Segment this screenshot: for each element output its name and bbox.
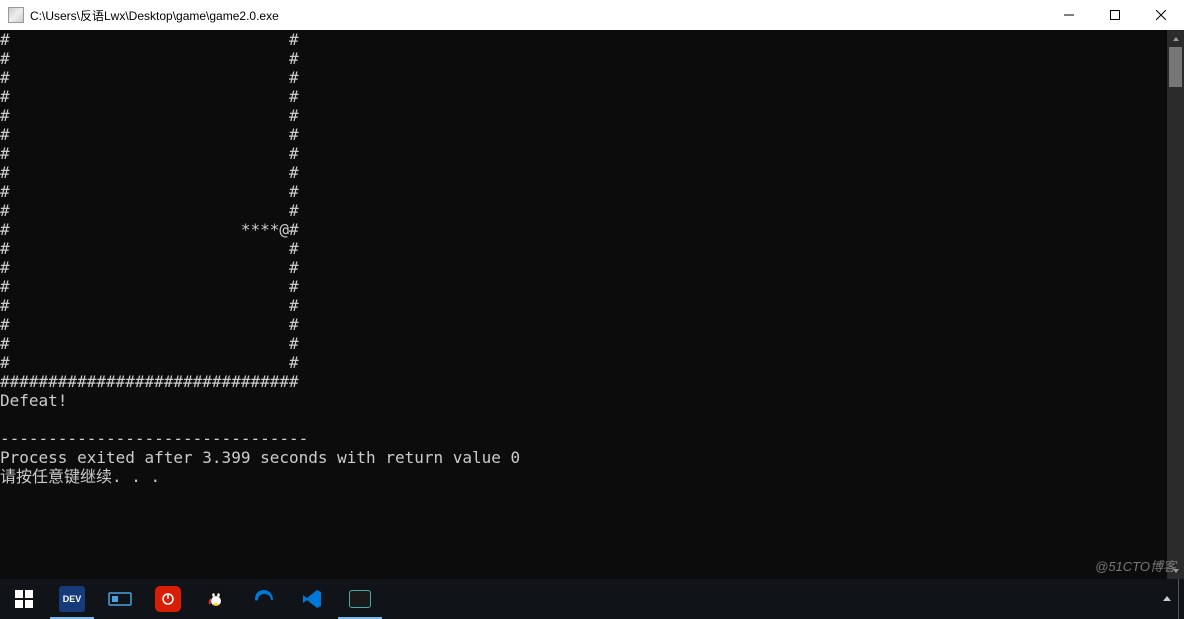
taskbar[interactable]: DEV (0, 579, 1184, 619)
start-button[interactable] (0, 579, 48, 619)
tray-overflow-button[interactable] (1162, 579, 1172, 619)
show-desktop-button[interactable] (1178, 579, 1184, 619)
vscode-icon (301, 588, 323, 610)
console-icon (349, 590, 371, 608)
scroll-up-button[interactable] (1167, 30, 1184, 47)
close-button[interactable] (1138, 0, 1184, 30)
qq-icon (204, 587, 228, 611)
window-controls (1046, 0, 1184, 30)
taskbar-item-edge[interactable] (240, 579, 288, 619)
taskbar-item-qq[interactable] (192, 579, 240, 619)
taskbar-item-netease[interactable] (144, 579, 192, 619)
taskbar-item-console[interactable] (336, 579, 384, 619)
minimize-button[interactable] (1046, 0, 1092, 30)
taskbar-item-vscode[interactable] (288, 579, 336, 619)
scroll-thumb[interactable] (1169, 47, 1182, 87)
console-window: C:\Users\反语Lwx\Desktop\game\game2.0.exe … (0, 0, 1184, 579)
netease-icon (155, 586, 181, 612)
task-view-icon (108, 590, 132, 608)
edge-icon (252, 587, 276, 611)
devcpp-icon: DEV (59, 586, 85, 612)
taskbar-item-taskview[interactable] (96, 579, 144, 619)
watermark: @51CTO博客 (1095, 556, 1176, 575)
console-output[interactable]: # # # # # # # # # # # # # (0, 30, 1167, 579)
vertical-scrollbar[interactable] (1167, 30, 1184, 579)
app-icon (8, 7, 24, 23)
maximize-button[interactable] (1092, 0, 1138, 30)
client-area: # # # # # # # # # # # # # (0, 30, 1184, 579)
window-title: C:\Users\反语Lwx\Desktop\game\game2.0.exe (30, 7, 1046, 24)
taskbar-item-devcpp[interactable]: DEV (48, 579, 96, 619)
titlebar[interactable]: C:\Users\反语Lwx\Desktop\game\game2.0.exe (0, 0, 1184, 30)
